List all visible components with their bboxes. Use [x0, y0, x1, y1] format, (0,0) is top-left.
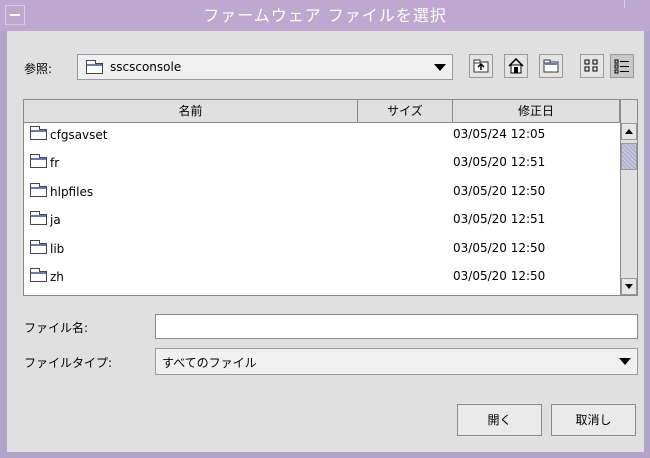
- lookin-combo[interactable]: sscsconsole: [77, 54, 453, 80]
- column-header-size[interactable]: サイズ: [358, 100, 453, 123]
- file-name: cfgsavset: [50, 127, 108, 142]
- table-row[interactable]: fr 03/05/20 12:51: [24, 151, 620, 173]
- filetype-label: ファイルタイプ:: [24, 356, 113, 370]
- up-folder-icon: [473, 59, 489, 73]
- filetype-value: すべてのファイル: [162, 356, 257, 370]
- scroll-down-button[interactable]: [621, 278, 637, 295]
- details-view-icon: [614, 59, 629, 74]
- up-folder-button[interactable]: [469, 54, 493, 78]
- vertical-scrollbar[interactable]: [620, 100, 637, 295]
- file-list-table[interactable]: 名前 サイズ 修正日 cfgsavset 03/05/24 12:05 fr 0…: [23, 99, 638, 296]
- table-row[interactable]: cfgsavset 03/05/24 12:05: [24, 123, 620, 145]
- chevron-down-icon: [619, 358, 631, 365]
- folder-icon: [30, 183, 47, 197]
- file-name: zh: [50, 269, 64, 284]
- filename-input[interactable]: [155, 314, 638, 339]
- table-row[interactable]: zh 03/05/20 12:50: [24, 265, 620, 287]
- chevron-down-icon: [434, 64, 446, 71]
- filename-label: ファイル名:: [24, 321, 89, 335]
- title-divider: [624, 0, 625, 8]
- file-name: ja: [50, 212, 61, 227]
- table-row[interactable]: hlpfiles 03/05/20 12:50: [24, 180, 620, 202]
- folder-icon: [30, 154, 47, 168]
- file-modified: 03/05/20 12:50: [453, 269, 546, 283]
- file-name: lib: [50, 241, 65, 256]
- title-bar[interactable]: ファームウェア ファイルを選択: [0, 0, 650, 31]
- file-modified: 03/05/20 12:50: [453, 241, 546, 255]
- new-folder-icon: [543, 59, 559, 73]
- list-view-button[interactable]: [580, 54, 604, 78]
- new-folder-button[interactable]: [539, 54, 563, 78]
- open-button[interactable]: 開く: [457, 404, 542, 436]
- folder-icon: [30, 211, 47, 225]
- folder-icon: [30, 268, 47, 282]
- file-modified: 03/05/20 12:50: [453, 184, 546, 198]
- lookin-label: 参照:: [24, 62, 53, 76]
- file-name: fr: [50, 155, 60, 170]
- home-icon: [508, 58, 524, 74]
- window-title: ファームウェア ファイルを選択: [203, 6, 447, 25]
- column-header-name[interactable]: 名前: [24, 100, 358, 123]
- table-row[interactable]: lib 03/05/20 12:50: [24, 237, 620, 259]
- folder-icon: [86, 60, 103, 74]
- table-row[interactable]: ja 03/05/20 12:51: [24, 208, 620, 230]
- lookin-value: sscsconsole: [110, 60, 182, 74]
- details-view-button[interactable]: [610, 54, 634, 78]
- file-modified: 03/05/24 12:05: [453, 127, 546, 141]
- folder-icon: [30, 126, 47, 140]
- folder-icon: [30, 240, 47, 254]
- file-modified: 03/05/20 12:51: [453, 212, 546, 226]
- filetype-combo[interactable]: すべてのファイル: [155, 348, 638, 375]
- scroll-up-button[interactable]: [621, 123, 637, 140]
- scroll-thumb[interactable]: [621, 143, 637, 170]
- cancel-button[interactable]: 取消し: [551, 404, 636, 436]
- file-name: hlpfiles: [50, 184, 94, 199]
- file-modified: 03/05/20 12:51: [453, 155, 546, 169]
- list-view-icon: [584, 59, 598, 72]
- home-button[interactable]: [504, 54, 528, 78]
- column-header-modified[interactable]: 修正日: [453, 100, 620, 123]
